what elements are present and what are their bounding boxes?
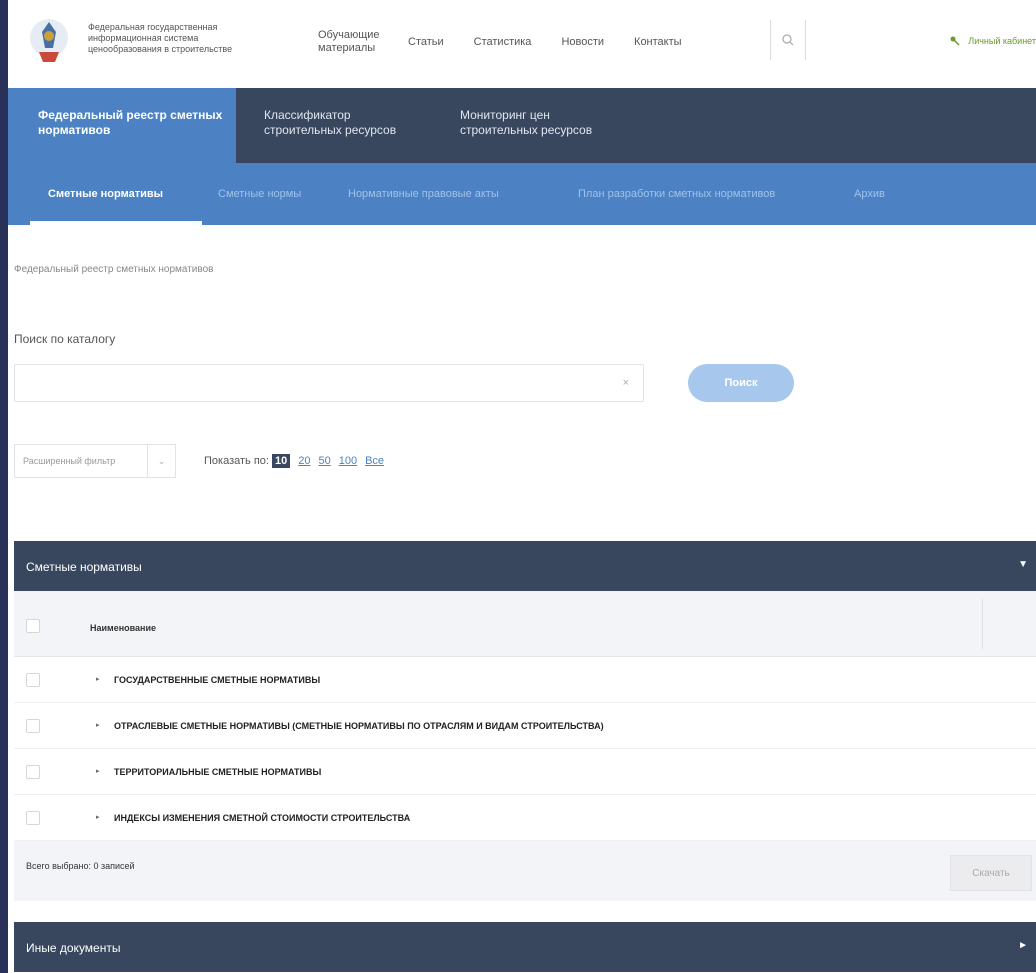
search-button[interactable]: Поиск (688, 364, 794, 402)
row-title[interactable]: ГОСУДАРСТВЕННЫЕ СМЕТНЫЕ НОРМАТИВЫ (114, 675, 320, 685)
row-checkbox[interactable] (26, 765, 40, 779)
page-size-20[interactable]: 20 (298, 455, 310, 467)
main-menu-item-federal-registry[interactable]: Федеральный реестр сметных нормативов (8, 88, 236, 163)
table-row[interactable]: ▸ ТЕРРИТОРИАЛЬНЫЕ СМЕТНЫЕ НОРМАТИВЫ (14, 749, 1036, 795)
standards-table: Наименование ▸ ГОСУДАРСТВЕННЫЕ СМЕТНЫЕ Н… (14, 591, 1036, 901)
cabinet-label: Личный кабинет (968, 36, 1036, 46)
row-checkbox[interactable] (26, 673, 40, 687)
row-title[interactable]: ОТРАСЛЕВЫЕ СМЕТНЫЕ НОРМАТИВЫ (СМЕТНЫЕ НО… (114, 721, 604, 731)
table-row[interactable]: ▸ ИНДЕКСЫ ИЗМЕНЕНИЯ СМЕТНОЙ СТОИМОСТИ СТ… (14, 795, 1036, 841)
expand-icon[interactable]: ▸ (96, 675, 100, 683)
table-row[interactable]: ▸ ГОСУДАРСТВЕННЫЕ СМЕТНЫЕ НОРМАТИВЫ (14, 657, 1036, 703)
column-divider (982, 599, 983, 649)
breadcrumb-item[interactable]: Федеральный реестр сметных нормативов (14, 264, 213, 275)
table-row[interactable]: ▸ ОТРАСЛЕВЫЕ СМЕТНЫЕ НОРМАТИВЫ (СМЕТНЫЕ … (14, 703, 1036, 749)
catalog-search-input[interactable]: × (14, 364, 644, 402)
active-tab-underline (30, 221, 202, 225)
clear-icon[interactable]: × (623, 377, 629, 389)
breadcrumb[interactable]: Федеральный реестр сметных нормативов (14, 264, 213, 275)
expand-icon[interactable]: ▸ (96, 721, 100, 729)
personal-cabinet-link[interactable]: Личный кабинет (950, 36, 1036, 46)
collapse-icon[interactable]: ▼ (1018, 559, 1028, 570)
page-size-selector: Показать по: 10 20 50 100 Все (204, 454, 384, 468)
tab-estimate-norms[interactable]: Сметные нормы (218, 188, 301, 200)
section-title: Сметные нормативы (26, 560, 142, 574)
row-checkbox[interactable] (26, 811, 40, 825)
table-header: Наименование (14, 591, 1036, 657)
page: Федеральная государственная информационн… (8, 0, 1036, 973)
tab-development-plan[interactable]: План разработки сметных нормативов (578, 188, 775, 200)
selected-count: Всего выбрано: 0 записей (26, 861, 135, 871)
nav-contacts[interactable]: Контакты (634, 36, 682, 49)
expand-icon[interactable]: ▸ (96, 813, 100, 821)
nav-articles[interactable]: Статьи (408, 36, 444, 49)
table-footer: Всего выбрано: 0 записей Скачать (14, 841, 1036, 901)
section-title: Иные документы (26, 941, 121, 955)
emblem-logo[interactable] (26, 14, 72, 68)
chevron-down-icon: ⌄ (147, 445, 175, 477)
page-size-label: Показать по: (204, 455, 269, 467)
site-header: Федеральная государственная информационн… (8, 0, 1036, 88)
column-header-name[interactable]: Наименование (90, 623, 156, 633)
section-other-documents-header[interactable]: Иные документы ► (14, 922, 1036, 972)
top-navigation: Обучающие материалы Статьи Статистика Но… (318, 22, 712, 62)
main-menu-item-classifier[interactable]: Классификатор строительных ресурсов (264, 108, 414, 138)
row-checkbox[interactable] (26, 719, 40, 733)
nav-statistics[interactable]: Статистика (474, 36, 532, 49)
sub-menu: Сметные нормативы Сметные нормы Норматив… (8, 163, 1036, 225)
header-search-button[interactable] (770, 20, 806, 60)
row-title[interactable]: ТЕРРИТОРИАЛЬНЫЕ СМЕТНЫЕ НОРМАТИВЫ (114, 767, 321, 777)
filter-label: Расширенный фильтр (23, 456, 116, 466)
tab-legal-acts[interactable]: Нормативные правовые акты (348, 188, 499, 200)
extended-filter-select[interactable]: Расширенный фильтр ⌄ (14, 444, 176, 478)
tab-archive[interactable]: Архив (854, 188, 885, 200)
section-estimate-standards-header[interactable]: Сметные нормативы ▼ (14, 541, 1036, 591)
select-all-checkbox[interactable] (26, 619, 40, 633)
expand-icon[interactable]: ▸ (96, 767, 100, 775)
key-icon (950, 36, 960, 46)
page-size-10[interactable]: 10 (271, 454, 291, 468)
tab-estimate-standards[interactable]: Сметные нормативы (48, 188, 163, 200)
search-label: Поиск по каталогу (14, 332, 116, 346)
page-size-100[interactable]: 100 (339, 455, 357, 467)
main-menu: Федеральный реестр сметных нормативов Кл… (8, 88, 1036, 163)
search-icon (782, 34, 794, 46)
expand-icon[interactable]: ► (1018, 940, 1028, 951)
nav-news[interactable]: Новости (561, 36, 604, 49)
page-size-all[interactable]: Все (365, 455, 384, 467)
row-title[interactable]: ИНДЕКСЫ ИЗМЕНЕНИЯ СМЕТНОЙ СТОИМОСТИ СТРО… (114, 813, 410, 823)
download-button[interactable]: Скачать (950, 855, 1032, 891)
org-name: Федеральная государственная информационн… (88, 22, 233, 54)
nav-training-materials[interactable]: Обучающие материалы (318, 29, 380, 55)
page-size-50[interactable]: 50 (318, 455, 330, 467)
main-menu-item-price-monitoring[interactable]: Мониторинг цен строительных ресурсов (460, 108, 620, 138)
